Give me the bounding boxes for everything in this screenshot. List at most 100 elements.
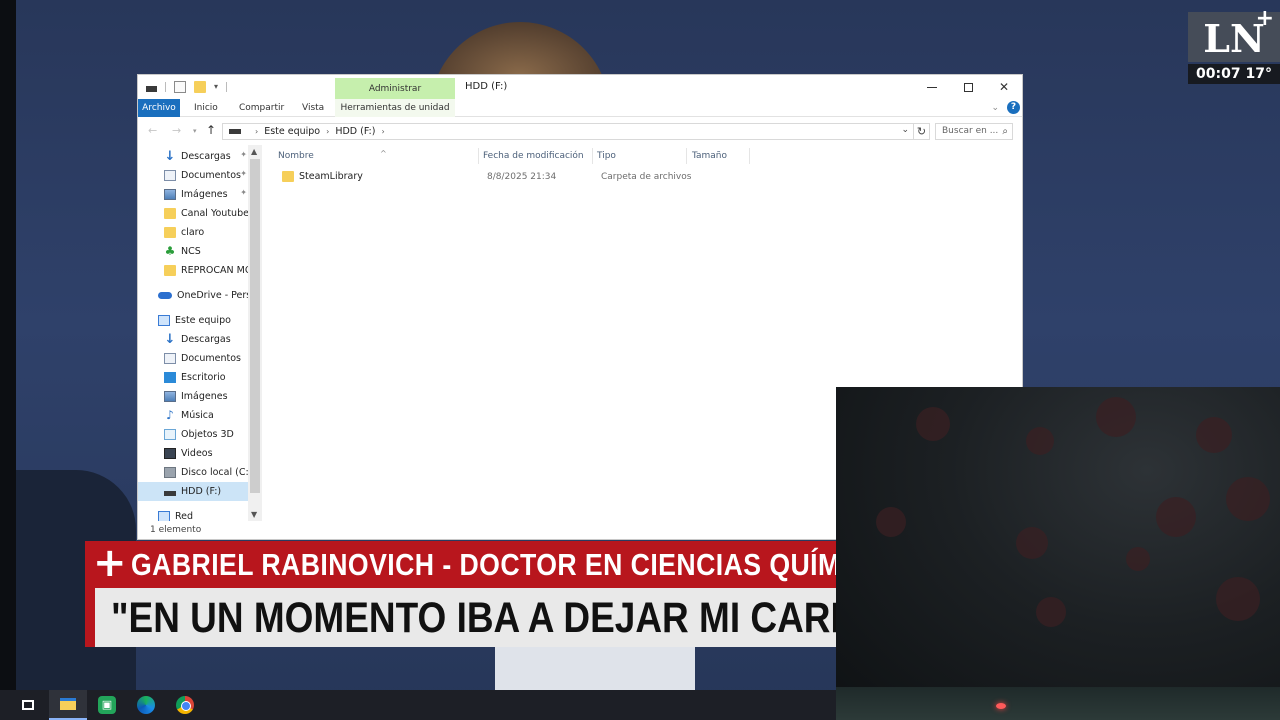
window-controls: ✕ bbox=[914, 75, 1022, 99]
sidebar-item-label: Descargas bbox=[181, 334, 231, 345]
sidebar-item-label: Imágenes bbox=[181, 189, 228, 200]
status-bar-item-count: 1 elemento bbox=[150, 525, 202, 535]
pin-icon: ✦ bbox=[240, 188, 247, 197]
sidebar-item-label: REPROCAN MOI bbox=[181, 265, 248, 276]
lower-third-plus: + bbox=[93, 541, 127, 586]
presenter-shirt bbox=[495, 640, 695, 690]
column-divider[interactable] bbox=[478, 148, 479, 164]
forward-arrow-icon[interactable]: → bbox=[172, 124, 181, 137]
tab-archivo[interactable]: Archivo bbox=[138, 99, 180, 117]
breadcrumb-hdd[interactable]: HDD (F:) bbox=[335, 126, 375, 137]
sidebar-item-label: claro bbox=[181, 227, 205, 238]
taskbar-file-explorer[interactable] bbox=[49, 690, 87, 720]
recent-locations-icon[interactable]: ▾ bbox=[193, 127, 197, 135]
navigation-scrollbar[interactable]: ▲ ▼ bbox=[248, 145, 262, 521]
expand-ribbon-icon[interactable]: ⌄ bbox=[991, 103, 999, 113]
sidebar-item-red[interactable]: Red bbox=[158, 507, 262, 521]
sidebar-item-label: Canal Youtube bbox=[181, 208, 249, 219]
window-title: HDD (F:) bbox=[465, 81, 508, 92]
address-bar[interactable]: › Este equipo › HDD (F:) › ⌄ bbox=[222, 123, 914, 140]
sidebar-item-onedrive[interactable]: OneDrive - Persor bbox=[158, 286, 248, 305]
drive-icon bbox=[146, 86, 157, 92]
scroll-down-icon[interactable]: ▼ bbox=[251, 510, 257, 519]
document-icon bbox=[164, 170, 176, 181]
file-name: SteamLibrary bbox=[299, 171, 363, 182]
taskbar-chrome[interactable] bbox=[166, 690, 204, 720]
file-explorer-icon bbox=[60, 698, 76, 710]
onedrive-icon bbox=[158, 292, 172, 299]
scroll-up-icon[interactable]: ▲ bbox=[251, 147, 257, 156]
maximize-icon bbox=[963, 82, 973, 92]
left-edge-bar bbox=[0, 0, 16, 690]
column-header-nombre[interactable]: Nombre ^ bbox=[278, 148, 387, 164]
address-dropdown-icon[interactable]: ⌄ bbox=[901, 125, 909, 135]
tab-inicio[interactable]: Inicio bbox=[194, 99, 218, 117]
channel-logo: LN + bbox=[1188, 8, 1280, 62]
scrollbar-thumb[interactable] bbox=[250, 159, 260, 493]
channel-bug: LN + 00:07 17° bbox=[1188, 8, 1280, 84]
taskbar-edge[interactable] bbox=[127, 690, 165, 720]
time-temperature: 00:07 17° bbox=[1188, 64, 1280, 84]
maximize-button[interactable] bbox=[950, 75, 986, 99]
pictures-icon bbox=[164, 391, 176, 402]
column-label: Nombre bbox=[278, 151, 314, 161]
column-divider[interactable] bbox=[592, 148, 593, 164]
ribbon-tabs: Archivo Inicio Compartir Vista Herramien… bbox=[138, 99, 1022, 117]
back-arrow-icon[interactable]: ← bbox=[148, 124, 157, 137]
wallpaper-dot bbox=[916, 407, 950, 441]
breadcrumb-chevron-icon[interactable]: › bbox=[381, 127, 384, 136]
column-divider[interactable] bbox=[686, 148, 687, 164]
close-icon: ✕ bbox=[998, 80, 1010, 94]
navigation-pane: ↓ Descargas ✦ Documentos ✦ Imágenes ✦ Ca… bbox=[138, 145, 262, 521]
search-icon: ⌕ bbox=[1002, 126, 1008, 137]
column-header-fecha[interactable]: Fecha de modificación bbox=[483, 148, 584, 164]
up-arrow-icon[interactable]: ↑ bbox=[206, 123, 216, 137]
minimize-button[interactable] bbox=[914, 75, 950, 99]
contextual-tab-header[interactable]: Administrar bbox=[335, 78, 455, 99]
lower-third-quote-bar: "EN UN MOMENTO IBA A DEJAR MI CARRERA" bbox=[85, 588, 836, 647]
wallpaper-dot bbox=[1126, 547, 1150, 571]
properties-icon[interactable] bbox=[174, 81, 186, 93]
refresh-button[interactable]: ↻ bbox=[914, 123, 930, 140]
file-row[interactable]: SteamLibrary 8/8/2025 21:34 Carpeta de a… bbox=[274, 169, 1018, 187]
close-button[interactable]: ✕ bbox=[986, 75, 1022, 99]
tab-herramientas-de-unidad[interactable]: Herramientas de unidad bbox=[335, 99, 455, 117]
address-row: ← → ▾ ↑ › Este equipo › HDD (F:) › ⌄ ↻ B… bbox=[138, 119, 1022, 143]
breadcrumb-este-equipo[interactable]: Este equipo bbox=[264, 126, 320, 137]
pin-icon: ✦ bbox=[240, 150, 247, 159]
edge-icon bbox=[137, 696, 155, 714]
tab-compartir[interactable]: Compartir bbox=[239, 99, 284, 117]
column-header-tamano[interactable]: Tamaño bbox=[692, 148, 727, 164]
column-header-tipo[interactable]: Tipo bbox=[597, 148, 616, 164]
sidebar-item-label: Imágenes bbox=[181, 391, 228, 402]
breadcrumb-chevron-icon[interactable]: › bbox=[326, 127, 329, 136]
desktop-icon bbox=[164, 372, 176, 383]
search-placeholder: Buscar en ... bbox=[942, 126, 999, 136]
task-view-icon bbox=[22, 700, 34, 710]
minimize-icon bbox=[927, 86, 937, 88]
wallpaper-dot bbox=[1026, 427, 1054, 455]
lower-third-quote: "EN UN MOMENTO IBA A DEJAR MI CARRERA" bbox=[111, 594, 836, 642]
sidebar-item-disco-local[interactable]: Disco local (C:) bbox=[164, 463, 248, 482]
sidebar-item-reprocan[interactable]: REPROCAN MOI bbox=[164, 261, 248, 280]
sidebar-item-label: NCS bbox=[181, 246, 201, 257]
file-name-cell: SteamLibrary bbox=[282, 171, 363, 182]
ncs-icon: ♣ bbox=[164, 244, 176, 258]
taskbar-app-green[interactable]: ▣ bbox=[88, 690, 126, 720]
search-input[interactable]: Buscar en ... ⌕ bbox=[935, 123, 1013, 140]
help-icon[interactable]: ? bbox=[1007, 101, 1020, 114]
breadcrumb-chevron-icon[interactable]: › bbox=[255, 127, 258, 136]
tab-vista[interactable]: Vista bbox=[302, 99, 324, 117]
download-icon: ↓ bbox=[164, 149, 176, 164]
task-view-button[interactable] bbox=[9, 690, 47, 720]
folder-icon bbox=[282, 171, 294, 182]
chrome-icon bbox=[176, 696, 194, 714]
sidebar-item-label: Música bbox=[181, 410, 214, 421]
sidebar-item-hdd[interactable]: HDD (F:) bbox=[138, 482, 248, 501]
column-divider[interactable] bbox=[749, 148, 750, 164]
lower-third-name: GABRIEL RABINOVICH - DOCTOR EN CIENCIAS … bbox=[131, 547, 836, 582]
sidebar-item-este-equipo[interactable]: Este equipo bbox=[158, 311, 262, 330]
wallpaper-dot bbox=[1016, 527, 1048, 559]
new-folder-icon[interactable] bbox=[194, 81, 206, 93]
chevron-down-icon[interactable]: ▾ bbox=[214, 81, 218, 93]
